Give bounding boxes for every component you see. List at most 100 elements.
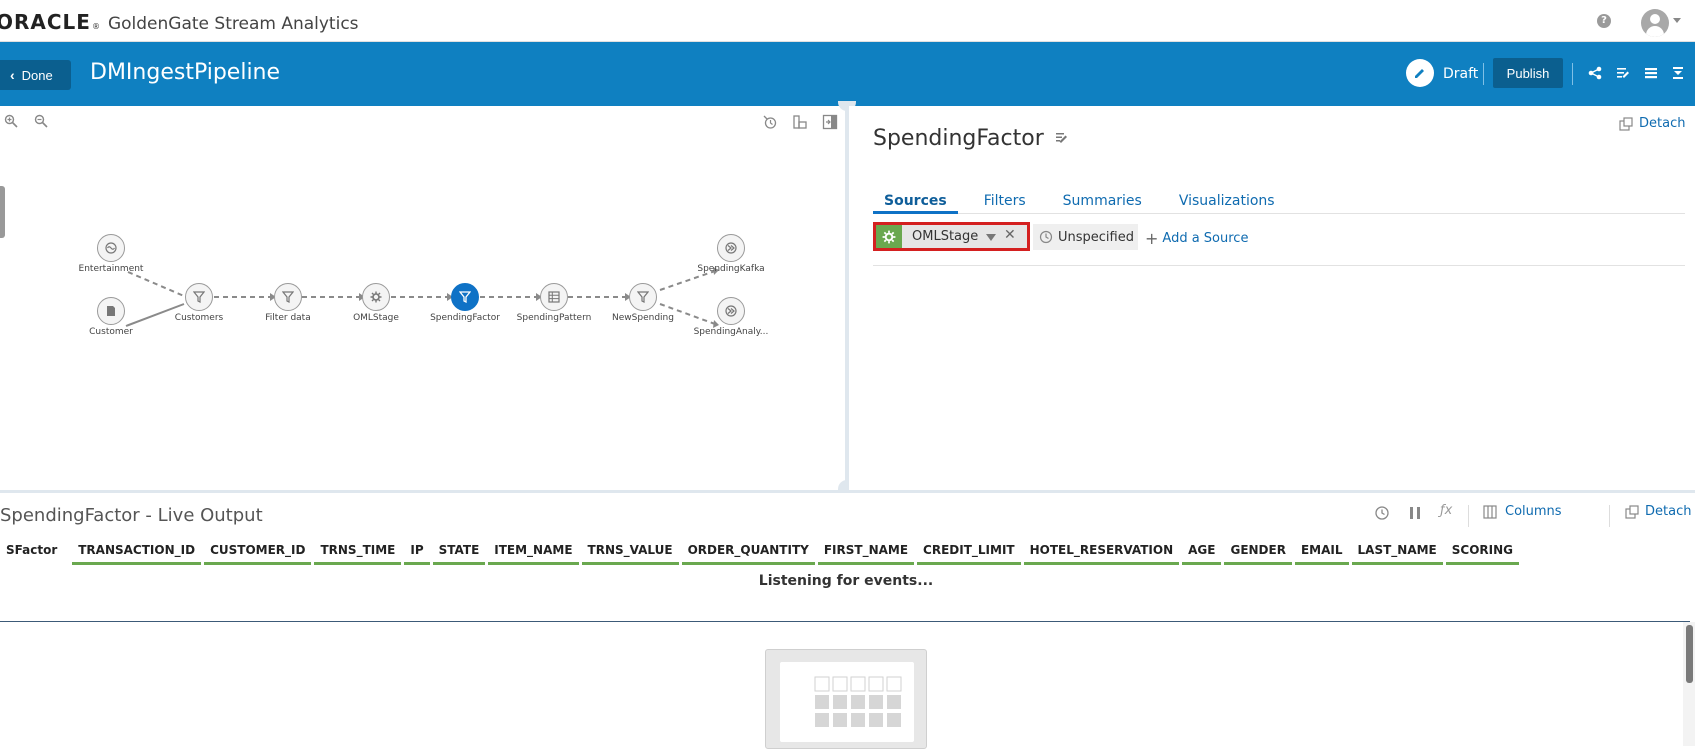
top-bar: ORACLE ® GoldenGate Stream Analytics ?: [0, 0, 1695, 42]
time-window-chip[interactable]: Unspecified: [1033, 224, 1138, 250]
publish-button[interactable]: Publish: [1493, 58, 1563, 88]
chevron-down-icon[interactable]: [986, 234, 996, 241]
table-grid-icon: [780, 662, 914, 742]
collapse-icon[interactable]: [1672, 66, 1684, 80]
chevron-left-icon: ‹: [10, 67, 15, 83]
topology-icon[interactable]: [1588, 66, 1602, 80]
column-header[interactable]: STATE: [432, 535, 486, 565]
gear-icon: [370, 291, 382, 303]
column-header[interactable]: TRNS_TIME: [314, 535, 402, 565]
node-label: SpendingPattern: [516, 313, 592, 323]
columns-label: Columns: [1505, 504, 1562, 519]
column-header[interactable]: AGE: [1182, 535, 1222, 565]
column-header[interactable]: CREDIT_LIMIT: [917, 535, 1021, 565]
node-label: Filter data: [265, 313, 311, 323]
edit-pencil-icon[interactable]: [1406, 59, 1434, 87]
pause-icon[interactable]: [1408, 503, 1422, 523]
live-output-title: SpendingFactor - Live Output: [0, 505, 263, 526]
node-label: SpendingKafka: [697, 264, 765, 274]
node-omlstage[interactable]: [362, 283, 390, 311]
column-header[interactable]: TRNS_VALUE: [581, 535, 679, 565]
node-label: NewSpending: [612, 313, 674, 323]
column-header[interactable]: GENDER: [1224, 535, 1292, 565]
pipeline-title: DMIngestPipeline: [90, 60, 281, 85]
add-source-label: Add a Source: [1162, 231, 1249, 246]
expression-icon[interactable]: ƒx: [1440, 503, 1452, 523]
done-label: Done: [21, 67, 53, 83]
detach-icon: [1619, 116, 1633, 131]
empty-table-illustration: [765, 649, 927, 749]
divider: [1572, 63, 1573, 85]
source-chip[interactable]: OMLStage ✕: [873, 222, 1030, 251]
detach-label: Detach: [1639, 116, 1686, 131]
chevron-down-icon[interactable]: [1673, 18, 1681, 23]
node-label: SpendingAnaly...: [693, 327, 769, 337]
column-header[interactable]: HOTEL_RESERVATION: [1023, 535, 1180, 565]
column-header[interactable]: LAST_NAME: [1351, 535, 1443, 565]
tab-sources[interactable]: Sources: [873, 180, 958, 214]
column-header[interactable]: EMAIL: [1294, 535, 1349, 565]
pipeline-edges: [125, 267, 719, 328]
columns-icon: [1483, 504, 1497, 519]
node-spendingpattern[interactable]: [540, 283, 568, 311]
tab-visualizations[interactable]: Visualizations: [1168, 180, 1286, 214]
user-avatar-icon[interactable]: [1641, 9, 1669, 37]
reference-icon: [107, 306, 115, 316]
done-button[interactable]: ‹ Done: [0, 60, 71, 90]
column-header[interactable]: CUSTOMER_ID: [204, 535, 312, 565]
edit-details-icon[interactable]: [1616, 66, 1630, 80]
node-spendinganalytics[interactable]: [717, 297, 745, 325]
brand: ORACLE ® GoldenGate Stream Analytics: [0, 10, 359, 34]
node-spendingfactor[interactable]: [451, 283, 479, 311]
column-header[interactable]: FIRST_NAME: [817, 535, 915, 565]
source-name: OMLStage: [912, 229, 979, 244]
clock-icon: [1039, 230, 1053, 244]
divider: [1468, 505, 1469, 527]
column-header[interactable]: IP: [404, 535, 430, 565]
tab-summaries[interactable]: Summaries: [1052, 180, 1153, 214]
node-spendingkafka[interactable]: [717, 234, 745, 262]
edit-icon[interactable]: [1055, 131, 1069, 145]
column-header[interactable]: SFactor: [0, 535, 63, 565]
help-icon[interactable]: ?: [1597, 14, 1611, 28]
gear-icon: [876, 225, 902, 248]
detach-label: Detach: [1645, 504, 1692, 519]
divider: [1483, 63, 1484, 85]
scrollbar-thumb[interactable]: [1686, 625, 1693, 683]
node-customer[interactable]: [97, 297, 125, 325]
column-header[interactable]: TRANSACTION_ID: [72, 535, 202, 565]
time-window-label: Unspecified: [1058, 229, 1134, 245]
filter-icon: [637, 291, 649, 303]
node-newspending[interactable]: [629, 283, 657, 311]
node-entertainment[interactable]: [97, 234, 125, 262]
filter-icon: [193, 291, 205, 303]
column-header[interactable]: ITEM_NAME: [488, 535, 579, 565]
column-header[interactable]: SCORING: [1445, 535, 1519, 565]
node-label: OMLStage: [353, 313, 399, 323]
clock-icon[interactable]: [1374, 503, 1390, 523]
detach-link[interactable]: Detach: [1619, 116, 1685, 131]
pipeline-header: ‹ Done DMIngestPipeline Draft Publish: [0, 42, 1695, 106]
stream-icon: [105, 242, 117, 254]
detach-link[interactable]: Detach: [1625, 504, 1691, 519]
close-icon[interactable]: ✕: [1004, 227, 1016, 243]
tab-filters[interactable]: Filters: [973, 180, 1037, 214]
target-icon: [725, 242, 737, 254]
filter-icon: [282, 291, 294, 303]
target-icon: [725, 305, 737, 317]
column-header[interactable]: ORDER_QUANTITY: [681, 535, 815, 565]
table-header: SFactor TRANSACTION_ID CUSTOMER_ID TRNS_…: [0, 535, 1690, 565]
add-source-link[interactable]: + Add a Source: [1145, 229, 1248, 248]
pipeline-canvas[interactable]: Entertainment Customer Customers Filter …: [0, 106, 845, 490]
listening-message: Listening for events...: [758, 573, 934, 589]
stage-title: SpendingFactor: [873, 126, 1044, 151]
columns-button[interactable]: Columns: [1483, 504, 1562, 519]
node-filter-data[interactable]: [274, 283, 302, 311]
app-name: GoldenGate Stream Analytics: [107, 14, 359, 34]
source-row: OMLStage ✕ Unspecified + Add a Source: [873, 222, 1685, 266]
node-label: SpendingFactor: [430, 313, 500, 323]
node-customers[interactable]: [185, 283, 213, 311]
detach-icon: [1625, 504, 1639, 519]
divider: [1609, 505, 1610, 527]
list-view-icon[interactable]: [1644, 66, 1658, 80]
